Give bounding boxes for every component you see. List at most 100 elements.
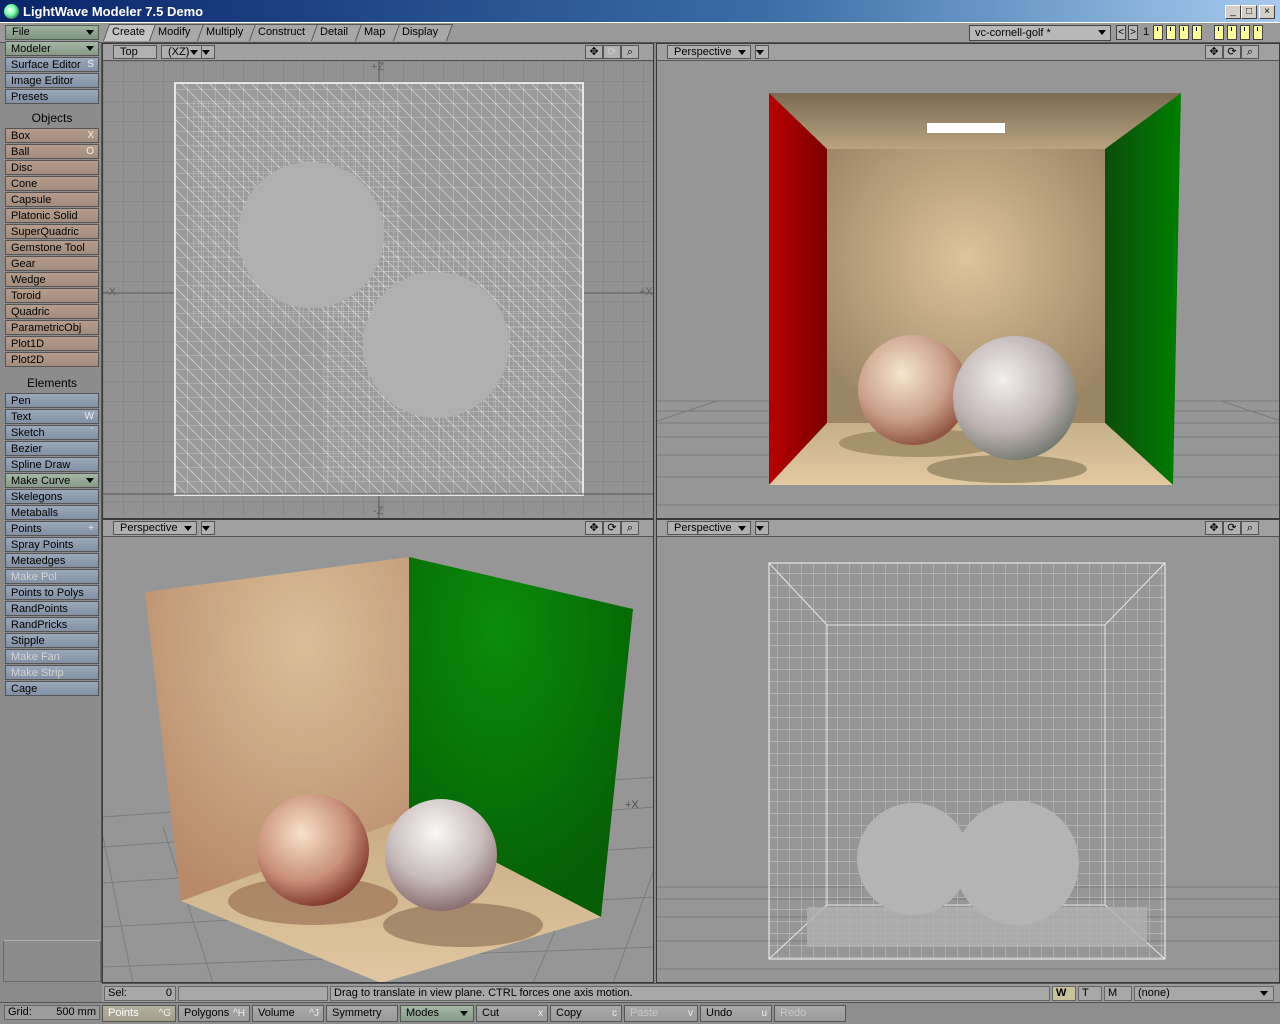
tool-disc-button[interactable]: Disc <box>5 160 99 175</box>
tool-gemstone-tool-button[interactable]: Gemstone Tool <box>5 240 99 255</box>
modes-button[interactable]: Modes <box>400 1005 474 1022</box>
tool-surface-editor-button[interactable]: Surface Editor S <box>5 57 99 72</box>
view-type-select[interactable]: Perspective <box>113 521 197 535</box>
tool-spray-points-button[interactable]: Spray Points <box>5 537 99 552</box>
close-button[interactable]: × <box>1259 5 1275 19</box>
tool-capsule-button[interactable]: Capsule <box>5 192 99 207</box>
move-view-icon[interactable]: ✥ <box>585 521 603 535</box>
view-type-select[interactable]: Perspective <box>667 521 751 535</box>
tool-plot2d-button[interactable]: Plot2D <box>5 352 99 367</box>
zoom-view-icon[interactable]: ⌕ <box>621 45 639 59</box>
tool-gear-button[interactable]: Gear <box>5 256 99 271</box>
viewport-canvas[interactable]: +X <box>103 537 653 982</box>
tool-metaballs-button[interactable]: Metaballs <box>5 505 99 520</box>
tab-construct[interactable]: Construct <box>248 24 320 41</box>
tool-randpricks-button[interactable]: RandPricks <box>5 617 99 632</box>
symmetry-button[interactable]: Symmetry <box>326 1005 398 1022</box>
maximize-button[interactable]: □ <box>1241 5 1257 19</box>
tool-platonic-solid-button[interactable]: Platonic Solid <box>5 208 99 223</box>
undo-button[interactable]: Undo u <box>700 1005 772 1022</box>
rotate-view-icon[interactable]: ⟳ <box>603 521 621 535</box>
move-view-icon[interactable]: ✥ <box>1205 45 1223 59</box>
viewport-perspective-wireframe[interactable]: Perspective ✥ ⟳ ⌕ <box>656 519 1280 983</box>
tool-quadric-button[interactable]: Quadric <box>5 304 99 319</box>
tool-ball-button[interactable]: Ball O <box>5 144 99 159</box>
tool-text-button[interactable]: Text W <box>5 409 99 424</box>
volume-button[interactable]: Volume ^J <box>252 1005 324 1022</box>
layer-button[interactable] <box>1214 25 1224 40</box>
zoom-view-icon[interactable]: ⌕ <box>621 521 639 535</box>
tool-cage-button[interactable]: Cage <box>5 681 99 696</box>
layer-button[interactable] <box>1192 25 1202 40</box>
tool-plot1d-button[interactable]: Plot1D <box>5 336 99 351</box>
tool-wedge-button[interactable]: Wedge <box>5 272 99 287</box>
viewport-perspective-top[interactable]: Perspective ✥ ⟳ ⌕ <box>656 43 1280 519</box>
viewport-canvas[interactable] <box>657 61 1279 518</box>
view-options-button[interactable] <box>201 521 215 535</box>
tool-randpoints-button[interactable]: RandPoints <box>5 601 99 616</box>
lightwave-app-icon[interactable] <box>4 4 19 19</box>
tool-presets-button[interactable]: Presets <box>5 89 99 104</box>
tool-toroid-button[interactable]: Toroid <box>5 288 99 303</box>
viewport-perspective-bottom-left[interactable]: Perspective ✥ ⟳ ⌕ +X <box>102 519 654 983</box>
view-axes-select[interactable]: (XZ) <box>161 45 203 59</box>
tool-superquadric-button[interactable]: SuperQuadric <box>5 224 99 239</box>
rotate-view-icon[interactable]: ⟳ <box>1223 45 1241 59</box>
view-options-button[interactable] <box>755 45 769 59</box>
tab-display[interactable]: Display <box>392 24 454 41</box>
tool-pen-button[interactable]: Pen <box>5 393 99 408</box>
view-options-button[interactable] <box>201 45 215 59</box>
minimize-button[interactable]: _ <box>1225 5 1241 19</box>
tab-multiply[interactable]: Multiply <box>196 24 258 41</box>
move-view-icon[interactable]: ✥ <box>1205 521 1223 535</box>
view-type-select[interactable]: Top <box>113 45 157 59</box>
paste-button[interactable]: Paste v <box>624 1005 698 1022</box>
tool-image-editor-button[interactable]: Image Editor <box>5 73 99 88</box>
rotate-view-icon[interactable]: ⟳ <box>603 45 621 59</box>
tool-make-pol-button[interactable]: Make Pol <box>5 569 99 584</box>
tool-bezier-button[interactable]: Bezier <box>5 441 99 456</box>
tool-box-button[interactable]: Box X <box>5 128 99 143</box>
layer-button[interactable] <box>1179 25 1189 40</box>
view-options-button[interactable] <box>755 521 769 535</box>
tool-sketch-button[interactable]: Sketch ` <box>5 425 99 440</box>
viewport-top[interactable]: Top (XZ) ✥ ⟳ ⌕ +Z -Z -X +X <box>102 43 654 519</box>
zoom-view-icon[interactable]: ⌕ <box>1241 521 1259 535</box>
surface-select[interactable]: (none) <box>1134 986 1274 1001</box>
view-type-select[interactable]: Perspective <box>667 45 751 59</box>
layer-button[interactable] <box>1240 25 1250 40</box>
file-menu[interactable]: File <box>5 25 99 40</box>
redo-button[interactable]: Redo <box>774 1005 846 1022</box>
modeler-menu[interactable]: Modeler <box>5 41 99 56</box>
tool-metaedges-button[interactable]: Metaedges <box>5 553 99 568</box>
next-layer-button[interactable]: > <box>1128 25 1138 40</box>
toggle-t[interactable]: T <box>1078 986 1102 1001</box>
tool-cone-button[interactable]: Cone <box>5 176 99 191</box>
tool-make-fan-button[interactable]: Make Fan <box>5 649 99 664</box>
wireframe-toggle-w[interactable]: W <box>1052 986 1076 1001</box>
tool-make-curve-button[interactable]: Make Curve <box>5 473 99 488</box>
tool-skelegons-button[interactable]: Skelegons <box>5 489 99 504</box>
polygons-button[interactable]: Polygons ^H <box>178 1005 250 1022</box>
viewport-canvas[interactable]: +Z -Z -X +X <box>103 61 653 518</box>
object-select[interactable]: vc-cornell-golf * <box>969 25 1111 41</box>
layer-button[interactable] <box>1153 25 1163 40</box>
copy-button[interactable]: Copy c <box>550 1005 622 1022</box>
cut-button[interactable]: Cut x <box>476 1005 548 1022</box>
points-button[interactable]: Points ^G <box>102 1005 176 1022</box>
tool-parametricobj-button[interactable]: ParametricObj <box>5 320 99 335</box>
toggle-m[interactable]: M <box>1104 986 1132 1001</box>
tool-stipple-button[interactable]: Stipple <box>5 633 99 648</box>
tool-spline-draw-button[interactable]: Spline Draw <box>5 457 99 472</box>
layer-button[interactable] <box>1253 25 1263 40</box>
tool-make-strip-button[interactable]: Make Strip <box>5 665 99 680</box>
layer-button[interactable] <box>1166 25 1176 40</box>
tool-points-button[interactable]: Points + <box>5 521 99 536</box>
zoom-view-icon[interactable]: ⌕ <box>1241 45 1259 59</box>
move-view-icon[interactable]: ✥ <box>585 45 603 59</box>
tool-points-to-polys-button[interactable]: Points to Polys <box>5 585 99 600</box>
prev-layer-button[interactable]: < <box>1116 25 1126 40</box>
layer-button[interactable] <box>1227 25 1237 40</box>
viewport-canvas[interactable] <box>657 537 1279 982</box>
rotate-view-icon[interactable]: ⟳ <box>1223 521 1241 535</box>
